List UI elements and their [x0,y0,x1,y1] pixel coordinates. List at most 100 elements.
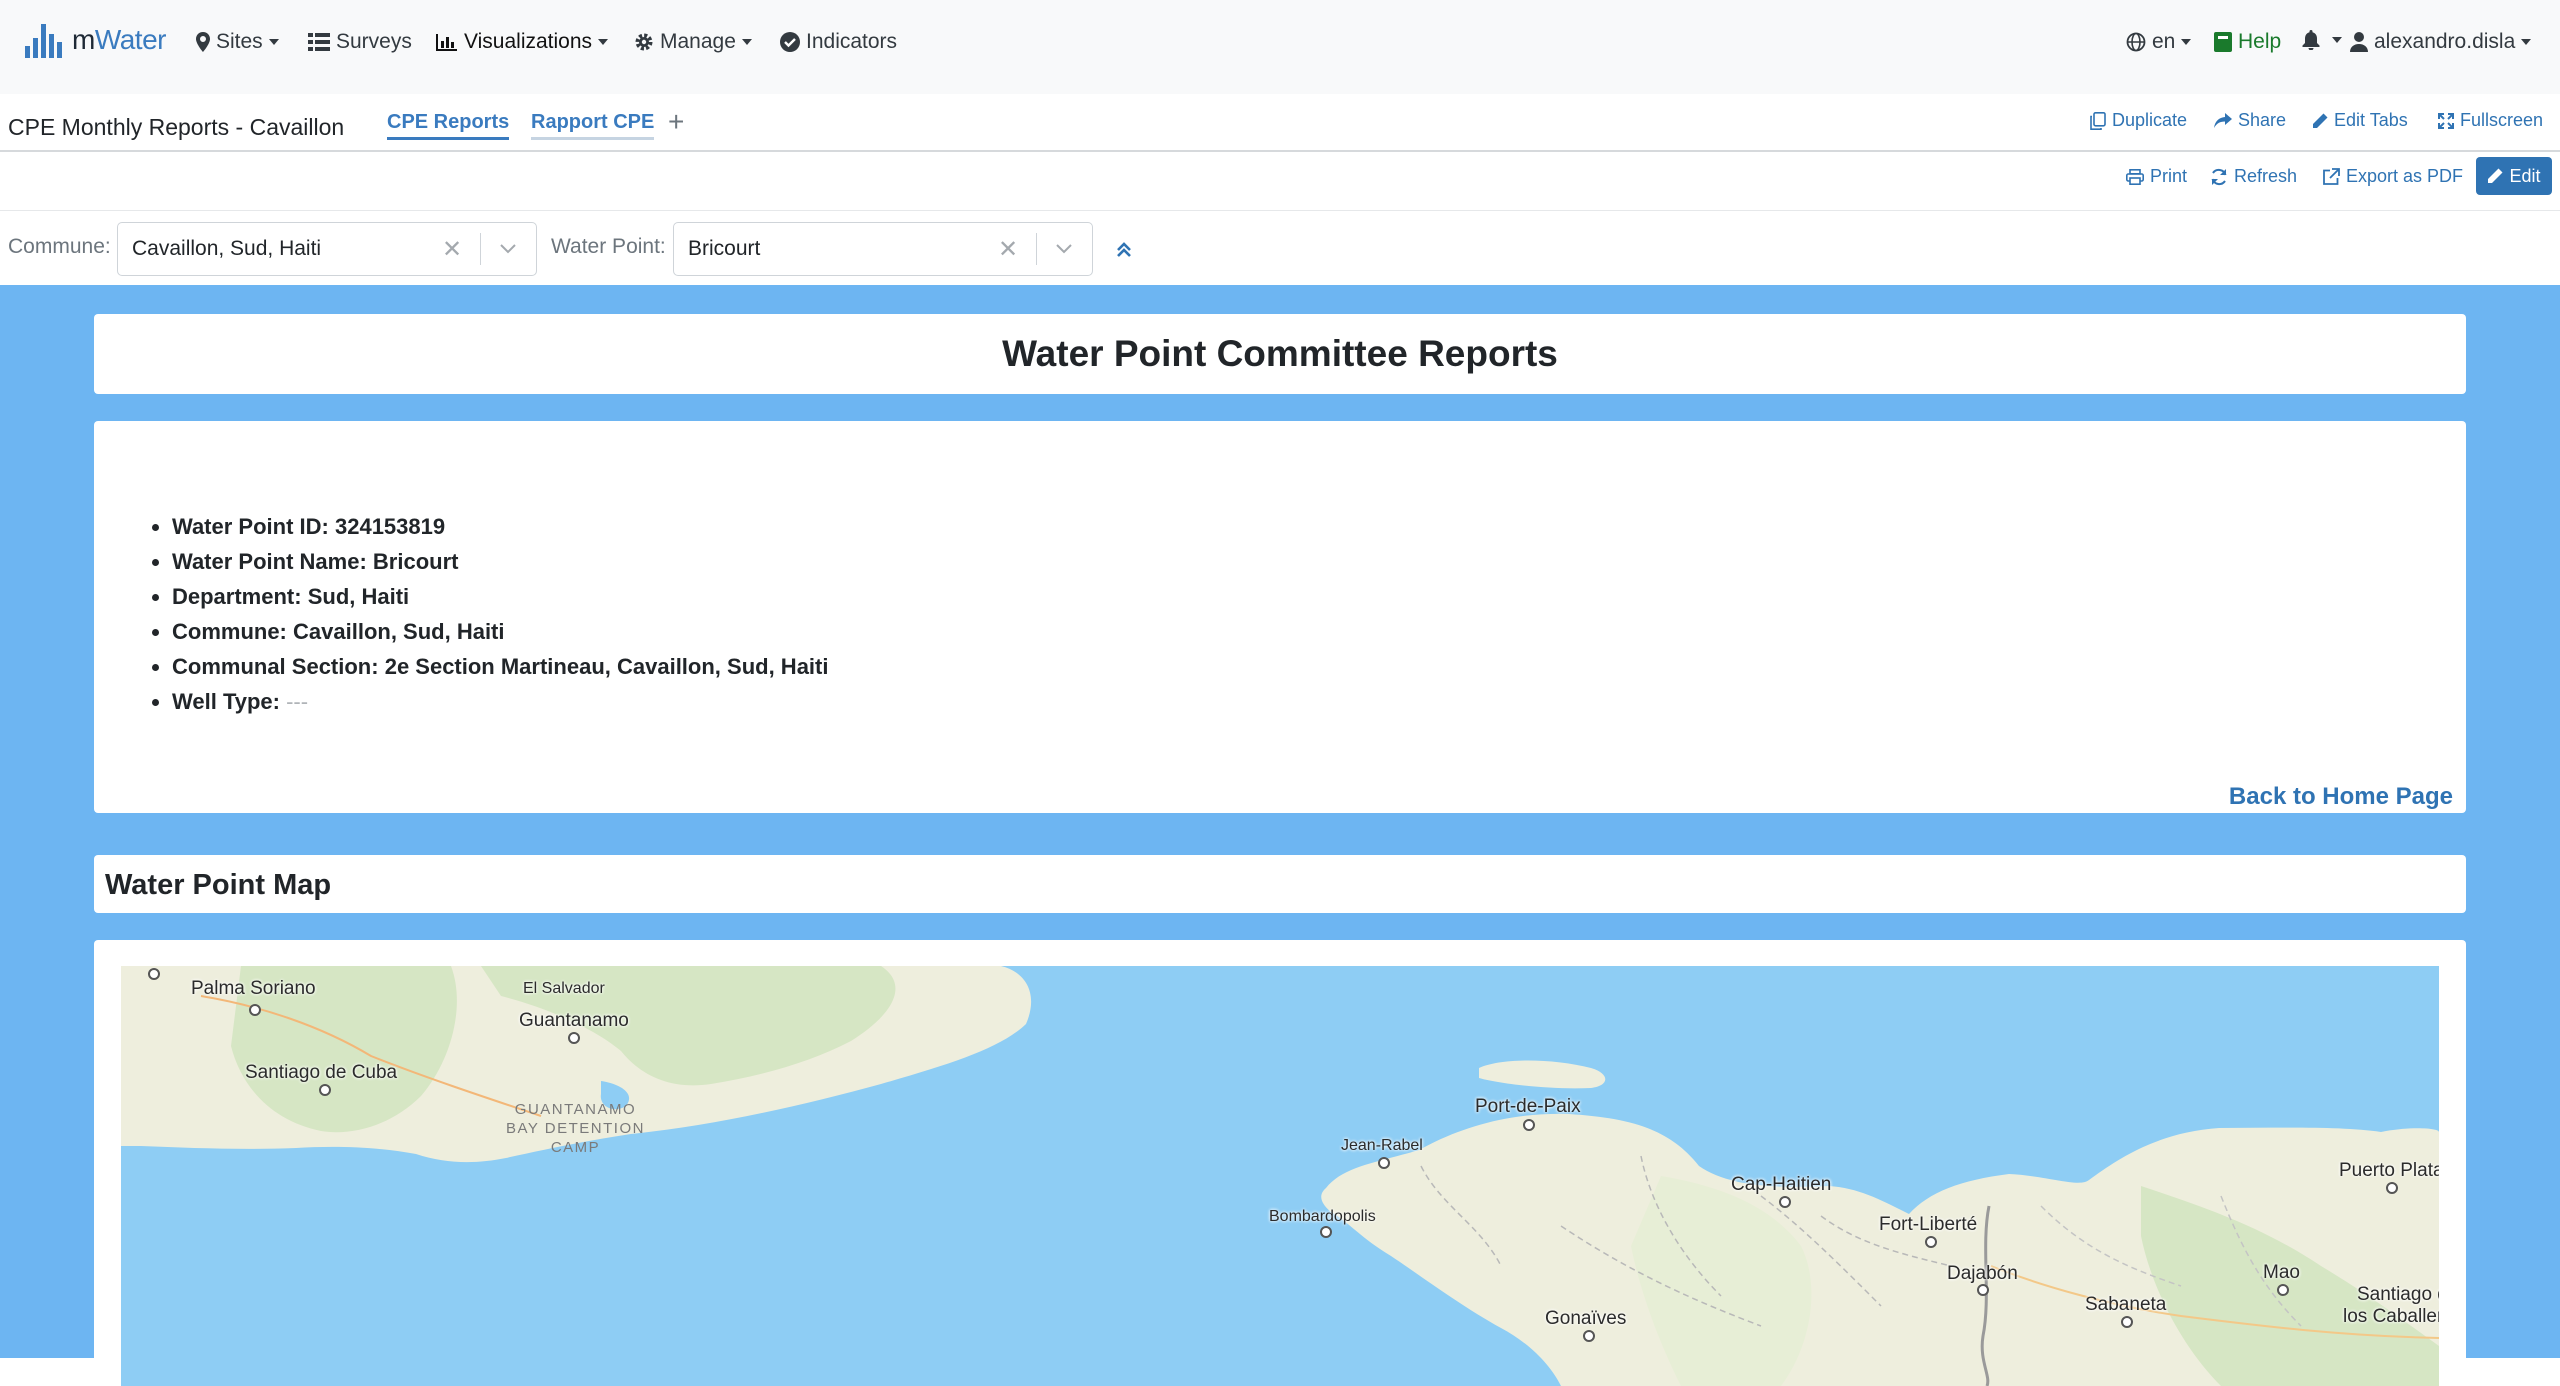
water-point-map[interactable]: Palma Soriano El Salvador Guantanamo San… [121,966,2439,1386]
nav-manage-label: Manage [660,30,736,53]
print-button[interactable]: Print [2126,166,2187,187]
map-label-sabaneta: Sabaneta [2085,1294,2167,1315]
print-label: Print [2150,166,2188,186]
list-icon [308,33,330,51]
refresh-button[interactable]: Refresh [2210,166,2297,187]
nav-sites-label: Sites [216,30,263,53]
nav-visualizations[interactable]: Visualizations [436,30,609,54]
clear-icon[interactable]: ✕ [998,235,1018,264]
map-section-title: Water Point Map [105,869,332,901]
book-icon [2214,32,2232,52]
edit-tabs-button[interactable]: Edit Tabs [2312,110,2408,131]
refresh-icon [2211,168,2227,185]
pencil-icon [2313,113,2328,128]
nav-indicators[interactable]: Indicators [780,30,897,54]
line-chart-icon [436,34,457,51]
water-point-select[interactable]: Bricourt ✕ [673,222,1093,276]
map-label-jean-rabel: Jean-Rabel [1341,1137,1423,1154]
map-label-fort-liberte: Fort-Liberté [1879,1214,1978,1235]
map-section-header-card: Water Point Map [94,855,2466,913]
water-point-select-value: Bricourt [688,237,761,260]
map-marker-icon [196,32,210,52]
info-well-type: Well Type: --- [172,684,828,719]
water-point-info-list: Water Point ID: 324153819 Water Point Na… [148,509,828,719]
info-water-point-id: Water Point ID: 324153819 [172,509,828,544]
filter-bar: Commune: Cavaillon, Sud, Haiti ✕ Water P… [0,211,2560,285]
edit-label: Edit [2509,165,2541,186]
fullscreen-label: Fullscreen [2460,110,2544,130]
fullscreen-button[interactable]: Fullscreen [2438,110,2543,131]
map-place-marker [2121,1316,2133,1328]
map-place-marker [249,1004,261,1016]
map-place-marker [1977,1284,1989,1296]
share-label: Share [2238,110,2287,130]
map-label-cap-haitien: Cap-Haitien [1731,1174,1832,1195]
nav-visualizations-label: Visualizations [464,30,593,53]
chevron-down-icon[interactable] [1054,237,1074,259]
language-selector[interactable]: en [2126,30,2192,54]
select-separator [480,233,481,265]
nav-manage[interactable]: Manage [634,30,752,54]
external-link-icon [2323,167,2340,185]
info-department: Department: Sud, Haiti [172,579,828,614]
chevron-down-icon [268,39,279,45]
export-pdf-button[interactable]: Export as PDF [2322,166,2463,187]
map-label-puerto-plata: Puerto Plata [2339,1160,2439,1181]
check-circle-icon [780,32,800,52]
help-label: Help [2238,30,2282,53]
map-place-marker [1583,1330,1595,1342]
map-label-guantanamo: Guantanamo [519,1010,629,1031]
mwater-logo[interactable]: mWater [24,20,166,60]
info-commune: Commune: Cavaillon, Sud, Haiti [172,614,828,649]
add-tab-button[interactable]: + [668,106,684,138]
report-title: CPE Monthly Reports - Cavaillon [8,114,345,140]
duplicate-button[interactable]: Duplicate [2090,110,2187,131]
notifications-bell[interactable] [2302,30,2342,50]
chevron-down-icon[interactable] [498,237,518,259]
commune-select-value: Cavaillon, Sud, Haiti [132,237,322,260]
map-label-santiago-de-cuba: Santiago de Cuba [245,1062,398,1083]
user-icon [2350,32,2368,52]
map-label-los-caballeros: los Caballeros [2343,1306,2439,1327]
user-menu[interactable]: alexandro.disla [2350,30,2532,54]
map-place-marker [1378,1157,1390,1169]
chevron-down-icon [2332,37,2342,43]
bar-chart-logo-icon [25,24,62,58]
tab-cpe-reports[interactable]: CPE Reports [387,111,510,140]
chevron-down-icon [741,39,752,45]
map-label-mao: Mao [2263,1262,2300,1283]
language-label: en [2152,30,2176,53]
back-to-home-link[interactable]: Back to Home Page [2229,783,2453,811]
dashboard-toolbar: Print Refresh Export as PDF Edit [0,152,2560,211]
nav-surveys[interactable]: Surveys [308,30,412,54]
bell-icon [2302,30,2320,50]
map-place-marker [1925,1236,1937,1248]
share-button[interactable]: Share [2214,110,2286,131]
help-link[interactable]: Help [2214,30,2281,54]
collapse-filters-icon[interactable] [1114,240,1134,260]
duplicate-label: Duplicate [2112,110,2188,130]
water-point-info-card: Water Point ID: 324153819 Water Point Na… [94,421,2466,813]
refresh-label: Refresh [2234,166,2298,186]
info-water-point-name: Water Point Name: Bricourt [172,544,828,579]
map-place-marker [2386,1182,2398,1194]
title-card: Water Point Committee Reports [94,314,2466,394]
map-place-marker [568,1032,580,1044]
gear-icon [635,33,653,51]
print-icon [2126,168,2144,185]
export-pdf-label: Export as PDF [2346,166,2464,186]
map-place-marker [2277,1284,2289,1296]
chevron-down-icon [2521,39,2532,45]
map-label-bombardopolis: Bombardopolis [1269,1208,1376,1225]
nav-indicators-label: Indicators [806,30,898,53]
commune-select[interactable]: Cavaillon, Sud, Haiti ✕ [117,222,537,276]
edit-button[interactable]: Edit [2476,157,2552,195]
nav-sites[interactable]: Sites [196,30,279,54]
map-place-marker [1320,1226,1332,1238]
tab-rapport-cpe[interactable]: Rapport CPE [531,111,655,140]
map-place-marker [319,1084,331,1096]
clear-icon[interactable]: ✕ [442,235,462,264]
dashboard-title: Water Point Committee Reports [1002,333,1558,374]
user-name: alexandro.disla [2374,30,2516,53]
chevron-down-icon [598,39,609,45]
